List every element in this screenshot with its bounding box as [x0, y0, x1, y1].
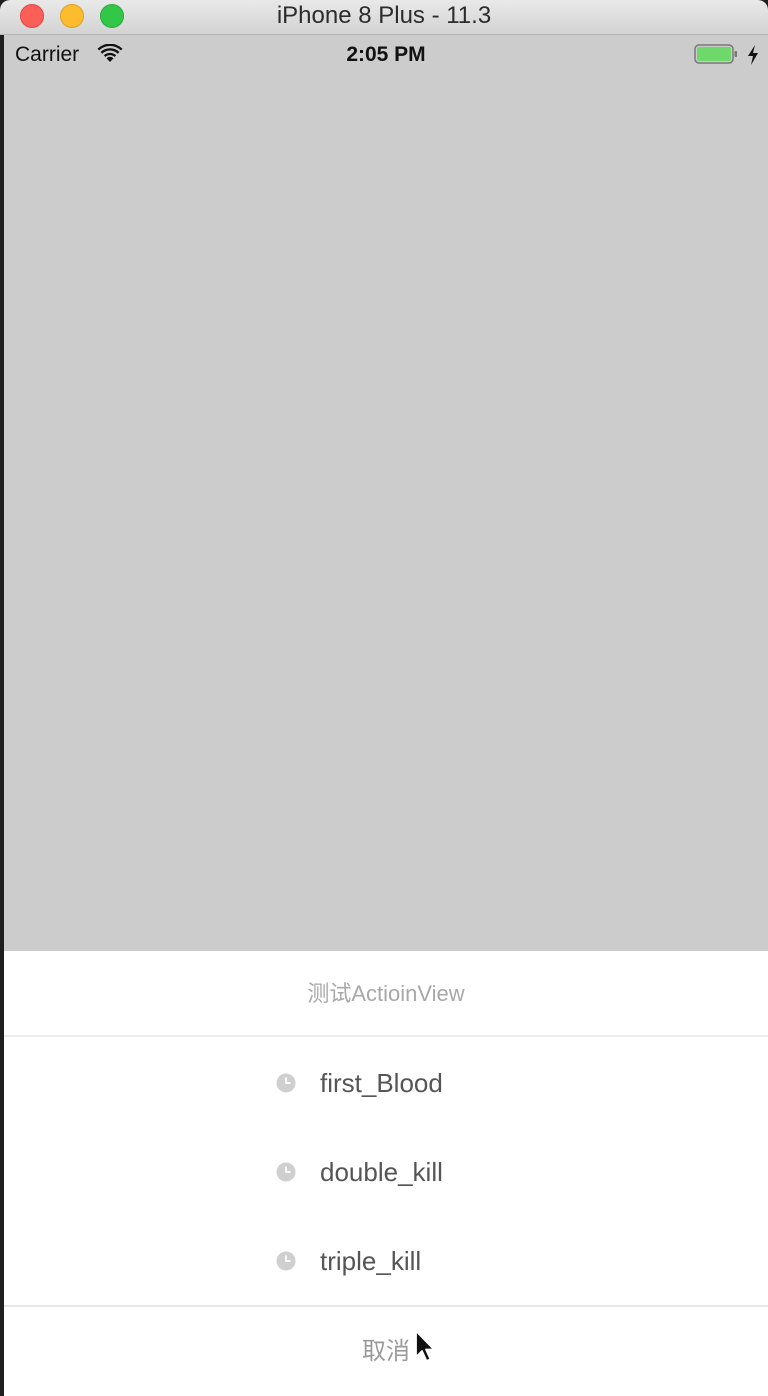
cancel-button[interactable]: 取消 [4, 1307, 768, 1396]
simulator-window: iPhone 8 Plus - 11.3 Carrier 2:05 PM 测试A… [0, 0, 768, 1396]
action-sheet: 测试ActioinView first_Blood double_kill tr… [4, 951, 768, 1396]
window-title: iPhone 8 Plus - 11.3 [276, 2, 492, 29]
option-first-blood[interactable]: first_Blood [4, 1039, 768, 1127]
status-bar: Carrier 2:05 PM [4, 35, 768, 75]
device-screen: Carrier 2:05 PM 测试ActioinView first_Bloo… [4, 35, 768, 1396]
option-label: triple_kill [320, 1246, 422, 1276]
window-titlebar: iPhone 8 Plus - 11.3 [0, 0, 768, 35]
charging-icon [748, 45, 758, 65]
clock-icon [276, 1073, 296, 1093]
status-time: 2:05 PM [346, 43, 426, 66]
option-double-kill[interactable]: double_kill [4, 1128, 768, 1216]
mouse-cursor-icon [415, 1330, 435, 1362]
option-label: first_Blood [320, 1068, 443, 1098]
clock-icon [276, 1251, 296, 1271]
clock-icon [276, 1162, 296, 1182]
action-sheet-title: 测试ActioinView [4, 951, 768, 1037]
option-triple-kill[interactable]: triple_kill [4, 1217, 768, 1305]
option-label: double_kill [320, 1157, 443, 1187]
battery-icon [694, 44, 737, 64]
